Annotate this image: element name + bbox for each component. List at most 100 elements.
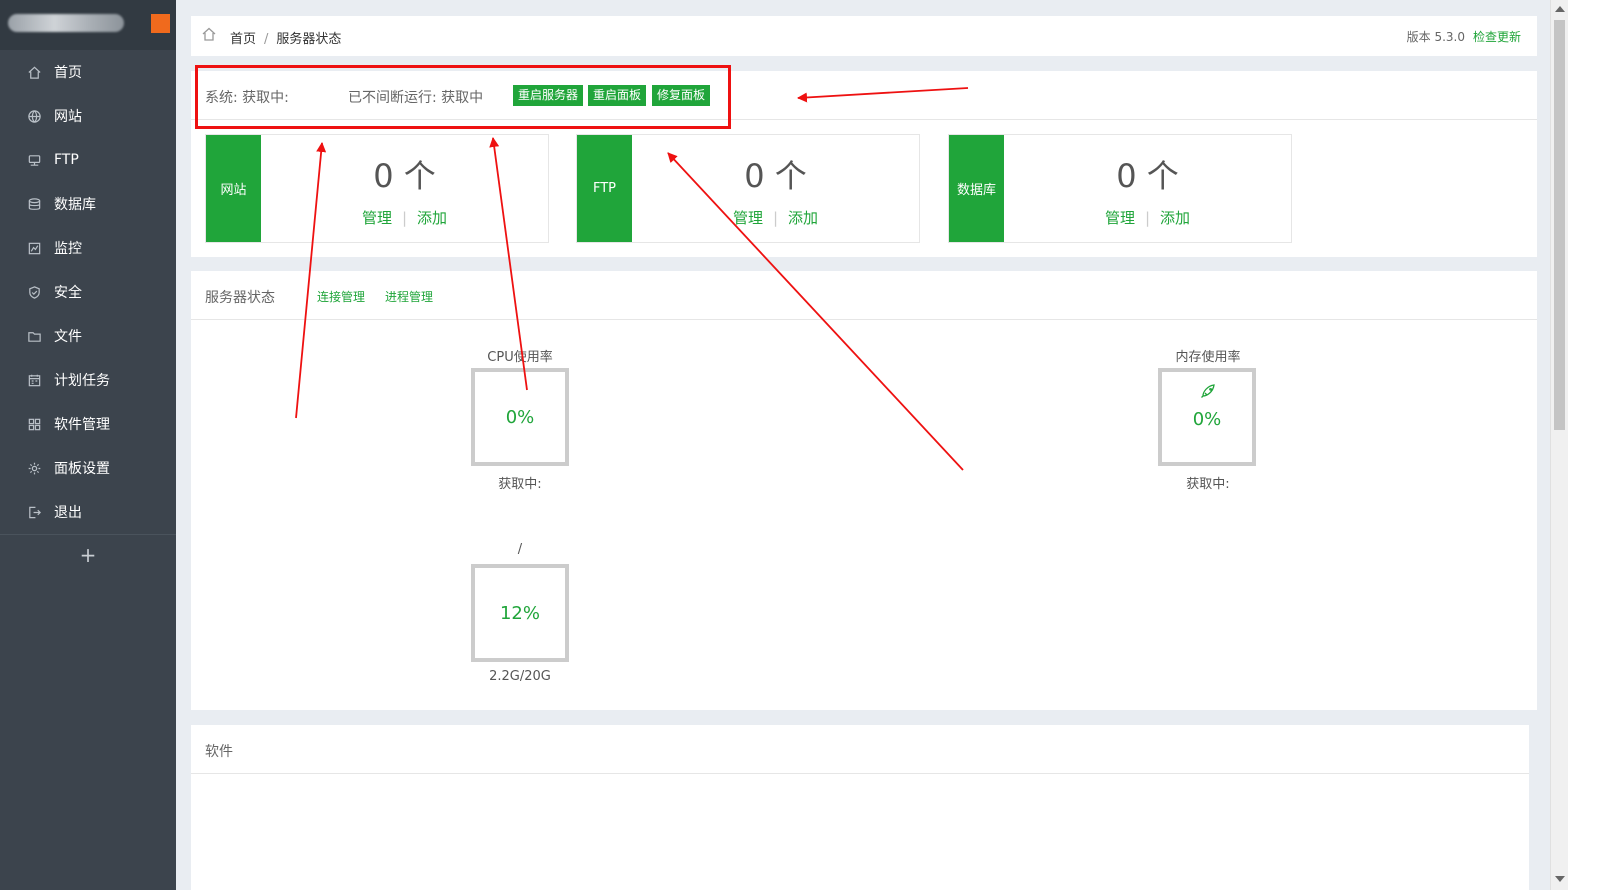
version-label: 版本 5.3.0 xyxy=(1406,30,1465,44)
database-card: 数据库 0 个 管理 | 添加 xyxy=(948,134,1292,243)
database-icon xyxy=(26,196,42,212)
card-links: 管理 | 添加 xyxy=(632,207,919,228)
calendar-icon xyxy=(26,372,42,388)
right-gutter xyxy=(1568,0,1604,890)
restart-server-button[interactable]: 重启服务器 xyxy=(513,85,584,106)
card-count: 0 个 xyxy=(744,157,807,195)
add-link[interactable]: 添加 xyxy=(417,209,447,227)
manage-link[interactable]: 管理 xyxy=(362,209,392,227)
sidebar-item-label: 计划任务 xyxy=(54,373,110,389)
link-divider: | xyxy=(401,209,408,227)
add-link[interactable]: 添加 xyxy=(788,209,818,227)
sidebar-item-website[interactable]: 网站 xyxy=(0,94,176,138)
scroll-down-icon[interactable] xyxy=(1555,876,1565,882)
scrollbar-thumb[interactable] xyxy=(1554,20,1565,430)
blurred-logo xyxy=(8,14,124,32)
version-info: 版本 5.3.0 检查更新 xyxy=(1407,28,1521,45)
ftp-icon xyxy=(26,152,42,168)
disk-gauge-value: 12% xyxy=(499,602,540,624)
plus-icon: + xyxy=(79,543,97,567)
globe-icon xyxy=(26,108,42,124)
disk-gauge[interactable]: 12% xyxy=(471,564,569,662)
sidebar: 首页 网站 FTP 数据库 监控 安全 文件 计划任务 软件管理 面板设置 退出… xyxy=(0,0,176,890)
rocket-icon[interactable] xyxy=(1199,382,1217,400)
card-tag: 数据库 xyxy=(949,135,1004,242)
sidebar-item-label: 软件管理 xyxy=(54,417,110,433)
sidebar-header xyxy=(0,0,176,50)
cpu-gauge-title: CPU使用率 xyxy=(487,350,553,365)
sidebar-item-ftp[interactable]: FTP xyxy=(0,138,176,182)
sidebar-item-settings[interactable]: 面板设置 xyxy=(0,446,176,490)
shield-icon xyxy=(26,284,42,300)
sidebar-item-monitor[interactable]: 监控 xyxy=(0,226,176,270)
sidebar-menu: 首页 网站 FTP 数据库 监控 安全 文件 计划任务 软件管理 面板设置 退出 xyxy=(0,50,176,534)
server-status-title: 服务器状态 xyxy=(205,290,275,306)
process-manage-link[interactable]: 进程管理 xyxy=(385,288,433,305)
sidebar-toggle-icon[interactable] xyxy=(151,14,170,33)
vertical-scrollbar[interactable] xyxy=(1550,0,1569,890)
sidebar-item-cron[interactable]: 计划任务 xyxy=(0,358,176,402)
sidebar-item-software[interactable]: 软件管理 xyxy=(0,402,176,446)
home-icon[interactable] xyxy=(201,26,217,42)
scroll-up-icon[interactable] xyxy=(1555,6,1565,12)
website-card: 网站 0 个 管理 | 添加 xyxy=(205,134,549,243)
card-tag: FTP xyxy=(577,135,632,242)
ftp-card: FTP 0 个 管理 | 添加 xyxy=(576,134,920,243)
overview-panel: 系统: 获取中: 已不间断运行: 获取中 重启服务器 重启面板 修复面板 网站 … xyxy=(191,71,1537,257)
server-status-header: 服务器状态 连接管理 进程管理 xyxy=(191,271,1537,320)
card-tag: 网站 xyxy=(206,135,261,242)
link-divider: | xyxy=(772,209,779,227)
sidebar-item-label: 网站 xyxy=(54,109,82,125)
folder-icon xyxy=(26,328,42,344)
memory-gauge-status: 获取中: xyxy=(1186,477,1230,492)
sidebar-item-label: 安全 xyxy=(54,285,82,301)
memory-gauge[interactable]: 0% xyxy=(1158,368,1256,466)
card-count: 0 个 xyxy=(373,157,436,195)
sidebar-add-button[interactable]: + xyxy=(0,534,176,575)
sidebar-item-label: 文件 xyxy=(54,329,82,345)
breadcrumb: 首页 / 服务器状态 xyxy=(230,28,341,47)
software-title: 软件 xyxy=(205,744,233,760)
server-status-panel: 服务器状态 连接管理 进程管理 CPU使用率 0% 获取中: 内存使用率 0% … xyxy=(191,271,1537,710)
sidebar-item-files[interactable]: 文件 xyxy=(0,314,176,358)
sidebar-item-label: 退出 xyxy=(54,505,82,521)
card-count: 0 个 xyxy=(1116,157,1179,195)
cpu-gauge[interactable]: 0% xyxy=(471,368,569,466)
sidebar-item-home[interactable]: 首页 xyxy=(0,50,176,94)
sidebar-item-label: 面板设置 xyxy=(54,461,110,477)
monitor-icon xyxy=(26,240,42,256)
sidebar-item-label: 首页 xyxy=(54,65,82,81)
check-update-link[interactable]: 检查更新 xyxy=(1473,30,1521,44)
add-link[interactable]: 添加 xyxy=(1160,209,1190,227)
memory-gauge-title: 内存使用率 xyxy=(1175,350,1241,365)
breadcrumb-separator: / xyxy=(264,32,269,47)
software-panel: 软件 xyxy=(191,725,1529,890)
top-bar: 首页 / 服务器状态 版本 5.3.0 检查更新 xyxy=(191,16,1537,56)
home-icon xyxy=(26,64,42,80)
system-label: 系统: 获取中: xyxy=(205,90,289,106)
manage-link[interactable]: 管理 xyxy=(733,209,763,227)
logout-icon xyxy=(26,504,42,520)
repair-panel-button[interactable]: 修复面板 xyxy=(652,85,711,106)
sidebar-item-security[interactable]: 安全 xyxy=(0,270,176,314)
sidebar-item-label: FTP xyxy=(54,152,79,168)
memory-gauge-value: 0% xyxy=(1192,408,1222,430)
sidebar-item-database[interactable]: 数据库 xyxy=(0,182,176,226)
software-header: 软件 xyxy=(191,725,1529,774)
link-divider: | xyxy=(1144,209,1151,227)
grid-icon xyxy=(26,416,42,432)
cpu-gauge-status: 获取中: xyxy=(498,477,542,492)
sidebar-item-label: 数据库 xyxy=(54,197,96,213)
sidebar-item-logout[interactable]: 退出 xyxy=(0,490,176,534)
breadcrumb-current: 服务器状态 xyxy=(276,32,342,47)
manage-link[interactable]: 管理 xyxy=(1105,209,1135,227)
sidebar-item-label: 监控 xyxy=(54,241,82,257)
disk-gauge-status: 2.2G/20G xyxy=(489,669,551,684)
connection-manage-link[interactable]: 连接管理 xyxy=(317,288,365,305)
disk-gauge-title: / xyxy=(517,542,523,557)
card-links: 管理 | 添加 xyxy=(1004,207,1291,228)
breadcrumb-home[interactable]: 首页 xyxy=(230,32,256,47)
restart-panel-button[interactable]: 重启面板 xyxy=(588,85,647,106)
gear-icon xyxy=(26,460,42,476)
system-info-bar: 系统: 获取中: 已不间断运行: 获取中 重启服务器 重启面板 修复面板 xyxy=(191,71,1537,120)
